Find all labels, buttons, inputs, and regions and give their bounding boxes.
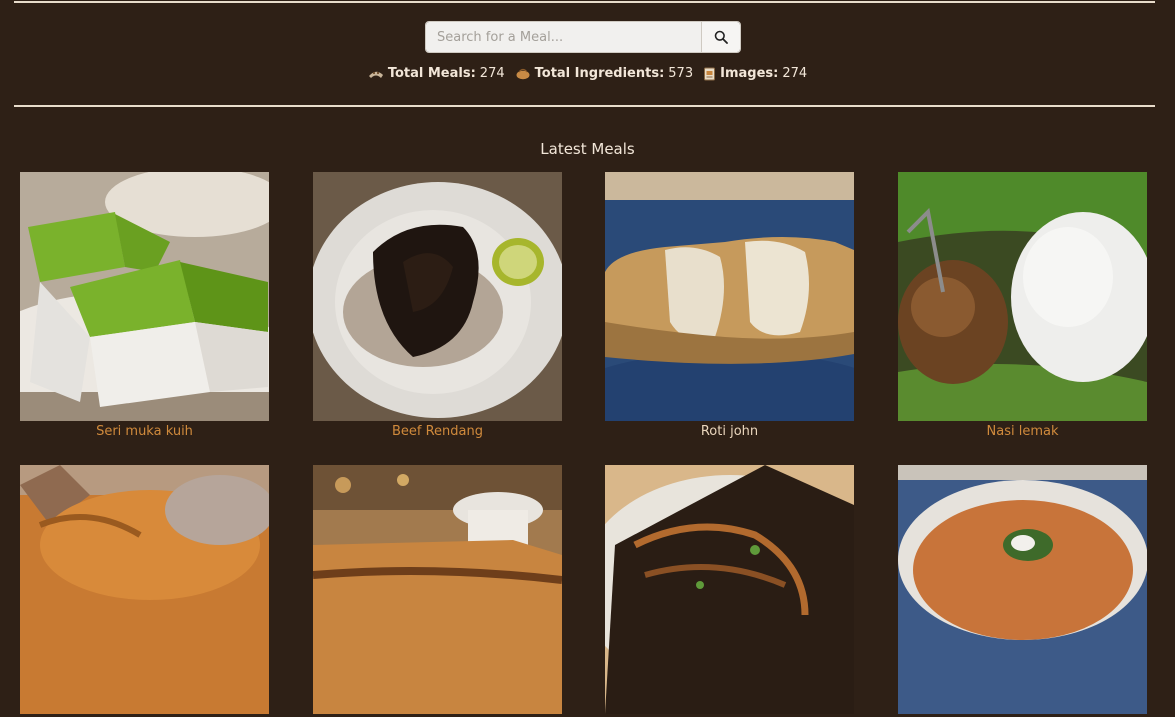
meal-link[interactable]: Roti john: [605, 424, 854, 439]
meal-card: Roti john: [605, 172, 854, 439]
search-input[interactable]: [426, 22, 701, 52]
images-icon: [703, 67, 716, 81]
meal-link[interactable]: Beef Rendang: [313, 424, 562, 439]
top-divider: [14, 1, 1155, 3]
meal-image[interactable]: [605, 172, 854, 421]
meal-card: [313, 465, 562, 717]
ingredients-icon: [515, 67, 531, 80]
stat-label: Total Ingredients:: [534, 66, 665, 81]
meal-card: Seri muka kuih: [20, 172, 269, 439]
stat-value: 573: [668, 66, 694, 81]
meal-image[interactable]: [313, 172, 562, 421]
meal-link[interactable]: Seri muka kuih: [20, 424, 269, 439]
meal-card: Beef Rendang: [313, 172, 562, 439]
meal-card: [20, 465, 269, 717]
meal-card: [605, 465, 854, 717]
stats-bar: Total Meals: 274 Total Ingredients: 573 …: [0, 66, 1175, 81]
section-divider: [14, 105, 1155, 107]
meal-card: [898, 465, 1147, 717]
stat-total-ingredients: Total Ingredients: 573: [515, 66, 693, 81]
section-title: Latest Meals: [540, 140, 635, 158]
stat-label: Total Meals:: [387, 66, 476, 81]
stat-value: 274: [782, 66, 808, 81]
meal-image[interactable]: [313, 465, 562, 714]
meal-link[interactable]: Nasi lemak: [898, 424, 1147, 439]
meal-image[interactable]: [20, 172, 269, 421]
stat-label: Images:: [720, 66, 779, 81]
search-button[interactable]: [701, 22, 740, 52]
stat-images: Images: 274: [703, 66, 807, 81]
meal-image[interactable]: [20, 465, 269, 714]
search-bar: [425, 21, 741, 53]
search-icon: [714, 30, 728, 44]
stat-total-meals: Total Meals: 274: [368, 66, 505, 81]
meal-image[interactable]: [605, 465, 854, 714]
stat-value: 274: [479, 66, 505, 81]
meal-image[interactable]: [898, 465, 1147, 714]
meal-icon: [368, 67, 384, 80]
meal-image[interactable]: [898, 172, 1147, 421]
meal-card: Nasi lemak: [898, 172, 1147, 439]
